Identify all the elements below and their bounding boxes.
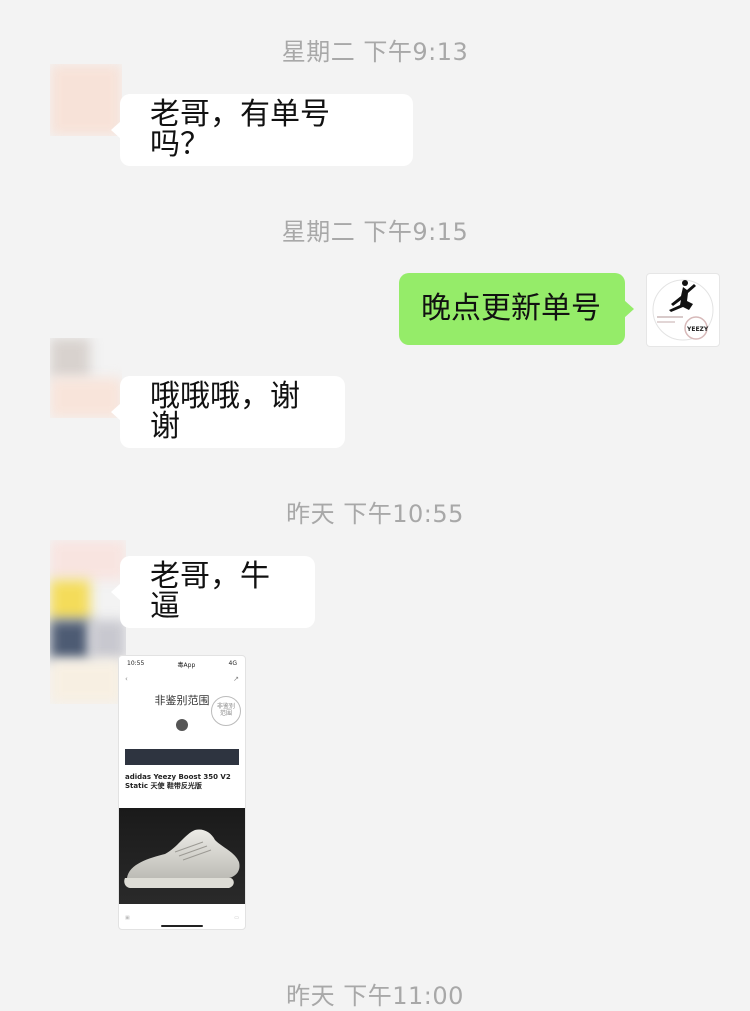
image-icon: ▣ [125, 915, 130, 921]
status-icons: 4G [228, 660, 237, 667]
yeezy-badge: YEEZY [687, 326, 709, 333]
sneaker-icon [124, 829, 240, 888]
image-thumbnail[interactable]: YEEZY [646, 273, 720, 347]
product-title: adidas Yeezy Boost 350 V2 Static 天使 鞋带反光… [125, 773, 231, 791]
status-time: 10:55 [127, 660, 145, 667]
message-bubble-incoming[interactable]: 哦哦哦，谢谢 [111, 376, 345, 448]
sneaker-image [119, 808, 245, 904]
nav-bar: ‹ ↗ [125, 674, 239, 684]
timestamp: 昨天 下午11:00 [286, 982, 464, 1010]
app-name: 毒App [177, 662, 196, 669]
avatar [176, 719, 188, 731]
message-bubble-incoming[interactable]: 老哥，有单号吗？ [111, 94, 413, 166]
card-footer: ▣ ▭ [125, 913, 239, 923]
message-text: 晚点更新单号 [421, 291, 601, 326]
message-text: 哦哦哦，谢谢 [150, 379, 300, 444]
message-text: 老哥，牛逼 [150, 559, 270, 624]
timestamp: 星期二 下午9:15 [281, 218, 469, 246]
timestamp: 昨天 下午10:55 [286, 500, 464, 528]
status-bar: 10:55 毒App 4G [127, 660, 237, 670]
message-bubble-incoming[interactable]: 老哥，牛逼 [111, 556, 315, 628]
info-banner [125, 749, 239, 765]
image-message-screenshot[interactable]: 10:55 毒App 4G ‹ ↗ 非鉴别范围 非鉴别 范围 adidas Ye… [118, 655, 246, 930]
stamp: 非鉴别 范围 [211, 696, 241, 726]
stamp-label: 非鉴别 范围 [216, 703, 235, 717]
jumpman-logo-icon [652, 279, 714, 341]
home-indicator [161, 925, 203, 927]
contact-avatar[interactable] [50, 540, 126, 704]
back-icon: ‹ [125, 675, 128, 683]
message-bubble-outgoing[interactable]: 晚点更新单号 [399, 273, 634, 345]
comment-icon: ▭ [234, 915, 239, 921]
timestamp: 星期二 下午9:13 [281, 38, 469, 66]
message-text: 老哥，有单号吗？ [150, 97, 330, 162]
share-icon: ↗ [233, 675, 239, 683]
